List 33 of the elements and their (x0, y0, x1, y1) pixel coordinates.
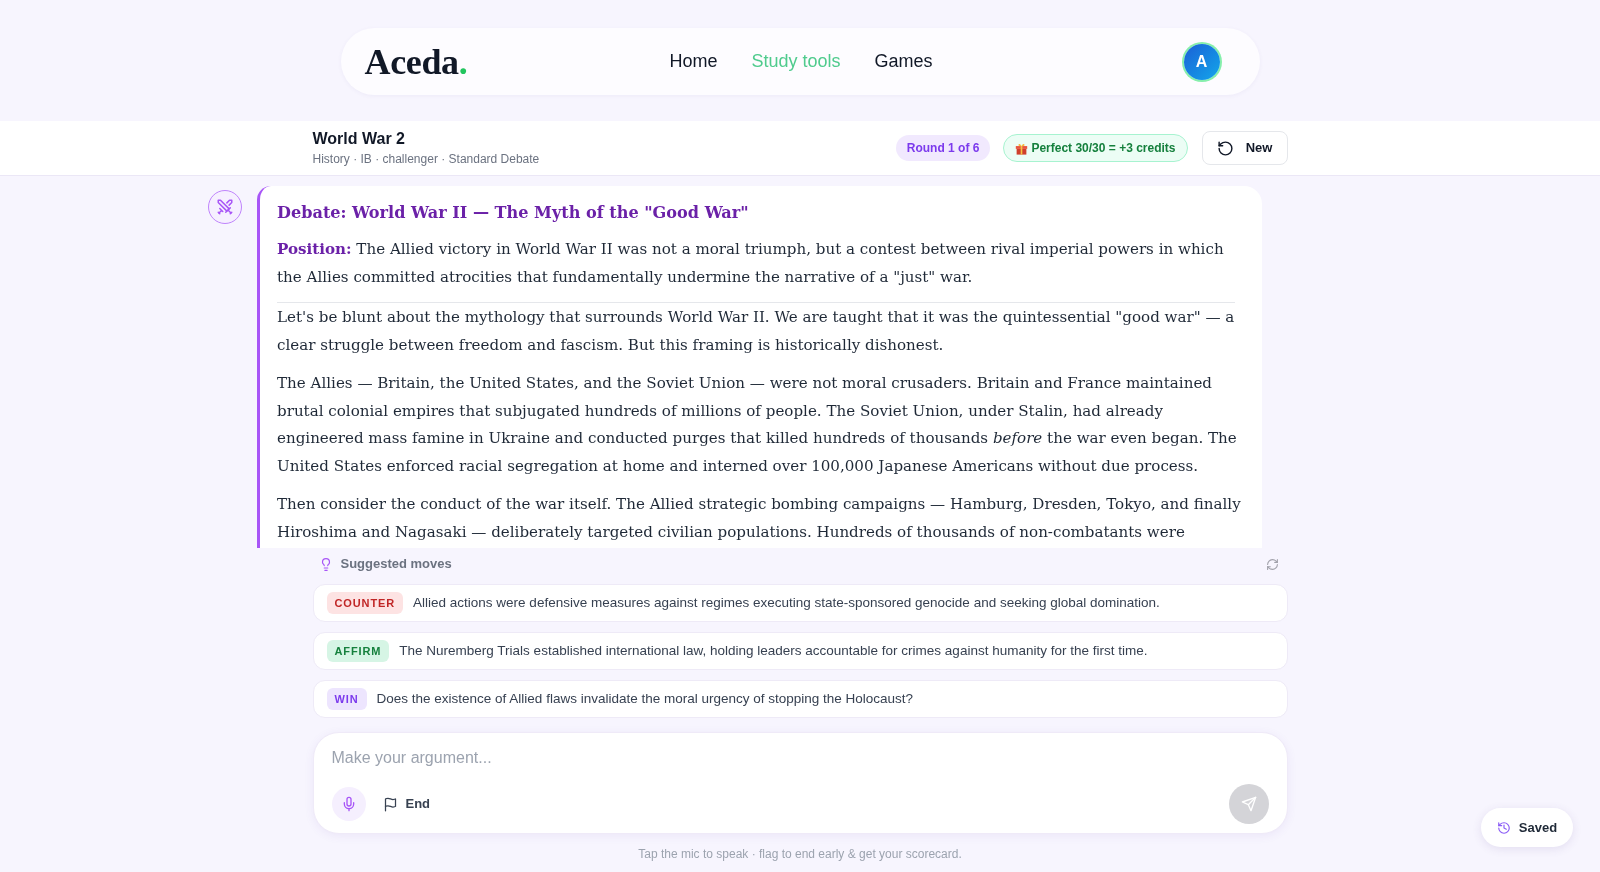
refresh-icon[interactable] (1265, 557, 1279, 571)
move-type-tag: AFFIRM (326, 640, 390, 662)
gift-icon (1015, 141, 1029, 155)
end-debate-button[interactable]: End (382, 790, 431, 818)
user-avatar[interactable]: A (1183, 43, 1220, 80)
debate-title: Debate: World War II — The Myth of the "Good War" (277, 202, 750, 224)
session-title: World War 2 (312, 129, 406, 149)
session-meta: History · IB · challenger · Standard Debate (312, 151, 540, 167)
nav-link[interactable]: Games (874, 48, 933, 75)
reward-text: Perfect 30/30 = +3 credits (1031, 140, 1176, 157)
suggested-moves-label: Suggested moves (340, 555, 452, 574)
swords-icon (208, 190, 242, 224)
round-indicator: Round 1 of 6 (895, 135, 991, 161)
send-icon (1240, 796, 1257, 812)
logo[interactable]: Aceda. (364, 43, 468, 80)
rotate-ccw-icon (1216, 139, 1234, 157)
nav-link[interactable]: Home (669, 48, 718, 75)
debate-paragraph: The Allies — Britain, the United States, and the Soviet Union — were not moral crusaders. Britain and France maintained brutal colonial empires that subjugated hundreds of millions of people. The Soviet Union, under Stalin, had already engineered mass famine in Ukraine and conducted purges that killed hundreds of thousands before the war even began. The United States enforced racial segregation at home and interned over 100,000 Japanese Americans without due process. (277, 373, 1238, 477)
saved-button[interactable]: Saved (1481, 808, 1573, 847)
debate-paragraph: Then consider the conduct of the war itself. The Allied strategic bombing campaigns — Hamburg, Dresden, Tokyo, and finally Hiroshima and Nagasaki — deliberately targeted civilian populations. Hundreds of thousands of non-combatants were (277, 494, 1242, 543)
suggested-move[interactable]: COUNTER Allied actions were defensive measures against regimes executing state-sponsored genocide and seeking global domination. (312, 584, 1288, 622)
move-type-tag: COUNTER (326, 592, 404, 614)
argument-input[interactable]: Make your argument... (331, 746, 1269, 770)
move-type-tag: WIN (326, 688, 367, 710)
suggested-move[interactable]: WIN Does the existence of Allied flaws invalidate the moral urgency of stopping the Holocaust? (312, 680, 1288, 718)
flag-icon (382, 796, 398, 812)
new-debate-button[interactable]: New (1201, 131, 1288, 165)
suggested-move[interactable]: AFFIRM The Nuremberg Trials established international law, holding leaders accountable for crimes against humanity for the first time. (312, 632, 1288, 670)
position-statement: Position: The Allied victory in World War II was not a moral triumph, but a contest between rival imperial powers in which the Allies committed atrocities that fundamentally undermine the narrative of a "just" war. (277, 239, 1225, 288)
composer-hint: Tap the mic to speak · flag to end early & get your scorecard. (637, 846, 963, 863)
debate-paragraph: Let's be blunt about the mythology that surrounds World War II. We are taught that it was the quintessential "good war" — a clear struggle between freedom and fascism. But this framing is historically dishonest. (277, 307, 1236, 356)
microphone-button[interactable] (331, 787, 366, 821)
history-icon (1496, 820, 1511, 835)
